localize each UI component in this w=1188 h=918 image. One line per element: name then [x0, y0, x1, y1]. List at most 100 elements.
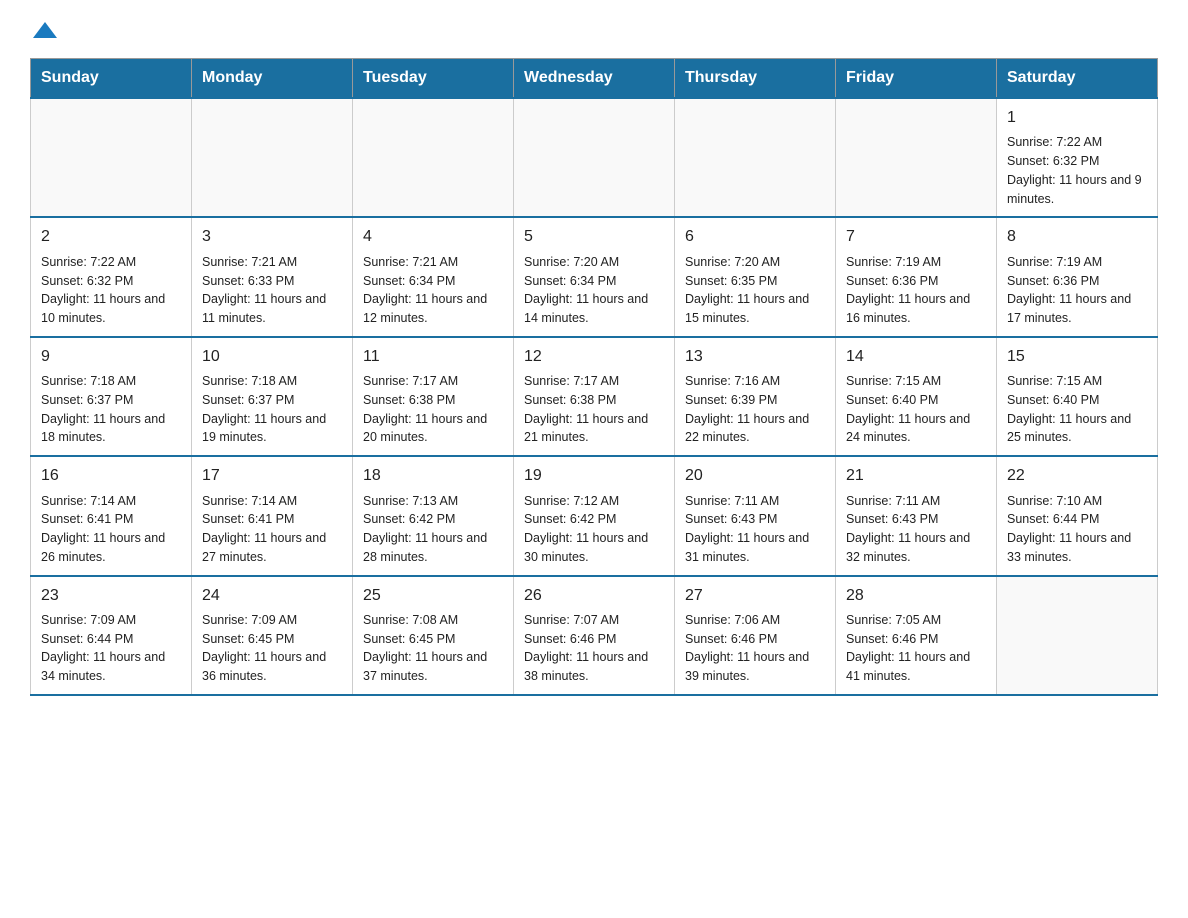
page-header: [30, 20, 1158, 38]
day-info: Sunrise: 7:11 AMSunset: 6:43 PMDaylight:…: [685, 492, 825, 567]
day-cell: 16 Sunrise: 7:14 AMSunset: 6:41 PMDayligh…: [31, 456, 192, 575]
day-number: 8: [1007, 226, 1147, 248]
day-cell: 24 Sunrise: 7:09 AMSunset: 6:45 PMDayligh…: [192, 576, 353, 695]
day-number: 15: [1007, 346, 1147, 368]
weekday-header-thursday: Thursday: [675, 59, 836, 99]
day-info: Sunrise: 7:20 AMSunset: 6:35 PMDaylight:…: [685, 253, 825, 328]
logo: [30, 20, 57, 38]
day-cell: 15 Sunrise: 7:15 AMSunset: 6:40 PMDayligh…: [997, 337, 1158, 456]
day-number: 21: [846, 465, 986, 487]
weekday-header-friday: Friday: [836, 59, 997, 99]
weekday-header-row: SundayMondayTuesdayWednesdayThursdayFrid…: [31, 59, 1158, 99]
day-info: Sunrise: 7:14 AMSunset: 6:41 PMDaylight:…: [202, 492, 342, 567]
day-cell: [31, 98, 192, 217]
day-number: 11: [363, 346, 503, 368]
week-row-3: 9 Sunrise: 7:18 AMSunset: 6:37 PMDaylight…: [31, 337, 1158, 456]
day-info: Sunrise: 7:15 AMSunset: 6:40 PMDaylight:…: [846, 372, 986, 447]
day-number: 2: [41, 226, 181, 248]
day-number: 7: [846, 226, 986, 248]
day-cell: 27 Sunrise: 7:06 AMSunset: 6:46 PMDayligh…: [675, 576, 836, 695]
day-cell: 17 Sunrise: 7:14 AMSunset: 6:41 PMDayligh…: [192, 456, 353, 575]
day-cell: 18 Sunrise: 7:13 AMSunset: 6:42 PMDayligh…: [353, 456, 514, 575]
day-cell: 4 Sunrise: 7:21 AMSunset: 6:34 PMDaylight…: [353, 217, 514, 336]
day-cell: [997, 576, 1158, 695]
day-number: 12: [524, 346, 664, 368]
day-cell: [192, 98, 353, 217]
day-info: Sunrise: 7:11 AMSunset: 6:43 PMDaylight:…: [846, 492, 986, 567]
day-cell: 8 Sunrise: 7:19 AMSunset: 6:36 PMDaylight…: [997, 217, 1158, 336]
day-cell: 28 Sunrise: 7:05 AMSunset: 6:46 PMDayligh…: [836, 576, 997, 695]
day-cell: [353, 98, 514, 217]
day-info: Sunrise: 7:08 AMSunset: 6:45 PMDaylight:…: [363, 611, 503, 686]
day-cell: [514, 98, 675, 217]
day-info: Sunrise: 7:05 AMSunset: 6:46 PMDaylight:…: [846, 611, 986, 686]
day-cell: 7 Sunrise: 7:19 AMSunset: 6:36 PMDaylight…: [836, 217, 997, 336]
weekday-header-sunday: Sunday: [31, 59, 192, 99]
day-info: Sunrise: 7:10 AMSunset: 6:44 PMDaylight:…: [1007, 492, 1147, 567]
day-number: 5: [524, 226, 664, 248]
day-number: 22: [1007, 465, 1147, 487]
day-cell: 22 Sunrise: 7:10 AMSunset: 6:44 PMDayligh…: [997, 456, 1158, 575]
day-number: 1: [1007, 107, 1147, 129]
day-info: Sunrise: 7:22 AMSunset: 6:32 PMDaylight:…: [41, 253, 181, 328]
weekday-header-tuesday: Tuesday: [353, 59, 514, 99]
day-number: 16: [41, 465, 181, 487]
day-number: 6: [685, 226, 825, 248]
day-cell: 14 Sunrise: 7:15 AMSunset: 6:40 PMDayligh…: [836, 337, 997, 456]
day-cell: 19 Sunrise: 7:12 AMSunset: 6:42 PMDayligh…: [514, 456, 675, 575]
day-cell: 10 Sunrise: 7:18 AMSunset: 6:37 PMDayligh…: [192, 337, 353, 456]
day-info: Sunrise: 7:22 AMSunset: 6:32 PMDaylight:…: [1007, 133, 1147, 208]
day-info: Sunrise: 7:16 AMSunset: 6:39 PMDaylight:…: [685, 372, 825, 447]
day-cell: 13Sunrise: 7:16 AMSunset: 6:39 PMDayligh…: [675, 337, 836, 456]
day-cell: 5 Sunrise: 7:20 AMSunset: 6:34 PMDaylight…: [514, 217, 675, 336]
day-number: 10: [202, 346, 342, 368]
week-row-4: 16 Sunrise: 7:14 AMSunset: 6:41 PMDayligh…: [31, 456, 1158, 575]
day-number: 3: [202, 226, 342, 248]
day-cell: 25 Sunrise: 7:08 AMSunset: 6:45 PMDayligh…: [353, 576, 514, 695]
day-cell: 6 Sunrise: 7:20 AMSunset: 6:35 PMDaylight…: [675, 217, 836, 336]
day-cell: 3 Sunrise: 7:21 AMSunset: 6:33 PMDaylight…: [192, 217, 353, 336]
day-number: 17: [202, 465, 342, 487]
week-row-1: 1 Sunrise: 7:22 AMSunset: 6:32 PMDaylight…: [31, 98, 1158, 217]
day-info: Sunrise: 7:12 AMSunset: 6:42 PMDaylight:…: [524, 492, 664, 567]
day-info: Sunrise: 7:13 AMSunset: 6:42 PMDaylight:…: [363, 492, 503, 567]
day-number: 27: [685, 585, 825, 607]
day-cell: 1 Sunrise: 7:22 AMSunset: 6:32 PMDaylight…: [997, 98, 1158, 217]
day-number: 24: [202, 585, 342, 607]
weekday-header-wednesday: Wednesday: [514, 59, 675, 99]
day-cell: 23 Sunrise: 7:09 AMSunset: 6:44 PMDayligh…: [31, 576, 192, 695]
day-info: Sunrise: 7:15 AMSunset: 6:40 PMDaylight:…: [1007, 372, 1147, 447]
day-info: Sunrise: 7:21 AMSunset: 6:34 PMDaylight:…: [363, 253, 503, 328]
day-cell: 12 Sunrise: 7:17 AMSunset: 6:38 PMDayligh…: [514, 337, 675, 456]
day-cell: 9 Sunrise: 7:18 AMSunset: 6:37 PMDaylight…: [31, 337, 192, 456]
day-info: Sunrise: 7:17 AMSunset: 6:38 PMDaylight:…: [524, 372, 664, 447]
day-number: 28: [846, 585, 986, 607]
day-number: 23: [41, 585, 181, 607]
week-row-2: 2 Sunrise: 7:22 AMSunset: 6:32 PMDaylight…: [31, 217, 1158, 336]
day-info: Sunrise: 7:19 AMSunset: 6:36 PMDaylight:…: [1007, 253, 1147, 328]
day-number: 18: [363, 465, 503, 487]
day-number: 4: [363, 226, 503, 248]
day-number: 14: [846, 346, 986, 368]
day-info: Sunrise: 7:06 AMSunset: 6:46 PMDaylight:…: [685, 611, 825, 686]
week-row-5: 23 Sunrise: 7:09 AMSunset: 6:44 PMDayligh…: [31, 576, 1158, 695]
day-info: Sunrise: 7:20 AMSunset: 6:34 PMDaylight:…: [524, 253, 664, 328]
weekday-header-monday: Monday: [192, 59, 353, 99]
day-info: Sunrise: 7:17 AMSunset: 6:38 PMDaylight:…: [363, 372, 503, 447]
day-cell: 20Sunrise: 7:11 AMSunset: 6:43 PMDayligh…: [675, 456, 836, 575]
day-number: 9: [41, 346, 181, 368]
day-info: Sunrise: 7:18 AMSunset: 6:37 PMDaylight:…: [41, 372, 181, 447]
day-info: Sunrise: 7:09 AMSunset: 6:44 PMDaylight:…: [41, 611, 181, 686]
day-number: 19: [524, 465, 664, 487]
weekday-header-saturday: Saturday: [997, 59, 1158, 99]
day-info: Sunrise: 7:21 AMSunset: 6:33 PMDaylight:…: [202, 253, 342, 328]
day-info: Sunrise: 7:09 AMSunset: 6:45 PMDaylight:…: [202, 611, 342, 686]
day-info: Sunrise: 7:19 AMSunset: 6:36 PMDaylight:…: [846, 253, 986, 328]
day-number: 26: [524, 585, 664, 607]
day-cell: 2 Sunrise: 7:22 AMSunset: 6:32 PMDaylight…: [31, 217, 192, 336]
day-cell: 26 Sunrise: 7:07 AMSunset: 6:46 PMDayligh…: [514, 576, 675, 695]
day-info: Sunrise: 7:07 AMSunset: 6:46 PMDaylight:…: [524, 611, 664, 686]
day-info: Sunrise: 7:14 AMSunset: 6:41 PMDaylight:…: [41, 492, 181, 567]
day-number: 25: [363, 585, 503, 607]
day-info: Sunrise: 7:18 AMSunset: 6:37 PMDaylight:…: [202, 372, 342, 447]
